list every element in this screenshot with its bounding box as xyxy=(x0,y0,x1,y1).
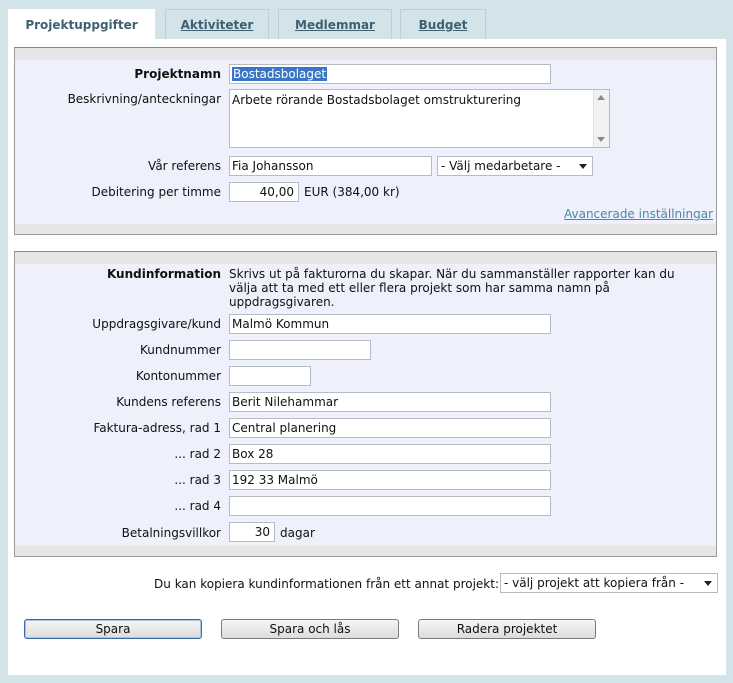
customer-number-label: Kundnummer xyxy=(139,343,221,357)
description-scrollbar[interactable] xyxy=(593,90,609,147)
payment-terms-input[interactable]: 30 xyxy=(229,522,275,542)
copy-project-select[interactable]: - välj projekt att kopiera från - xyxy=(500,573,718,593)
rate-unit: EUR (384,00 kr) xyxy=(304,185,400,199)
customer-info-line-3: uppdragsgivaren. xyxy=(229,295,335,309)
project-name-value: Bostadsbolaget xyxy=(232,67,328,81)
customer-info-label: Kundinformation xyxy=(106,267,221,281)
payment-terms-label: Betalningsvillkor xyxy=(121,526,221,540)
project-name-label: Projektnamn xyxy=(134,67,221,81)
address-line-2-input[interactable]: Box 28 xyxy=(229,444,551,464)
customer-info-text: Skrivs ut på fakturorna du skapar. När d… xyxy=(229,267,675,309)
copy-customer-label: Du kan kopiera kundinformationen från et… xyxy=(154,577,499,591)
reference-label: Vår referens xyxy=(148,159,221,173)
customer-panel: Kundinformation Skrivs ut på fakturorna … xyxy=(14,251,717,557)
account-number-input[interactable] xyxy=(229,366,311,386)
copy-project-select-value: - välj projekt att kopiera från - xyxy=(504,576,685,590)
delete-project-button[interactable]: Radera projektet xyxy=(418,619,596,639)
tab-projektuppgifter[interactable]: Projektuppgifter xyxy=(8,9,155,40)
tab-medlemmar[interactable]: Medlemmar xyxy=(278,9,392,39)
content-page: Projektnamn Bostadsbolaget Beskrivning/a… xyxy=(8,39,726,675)
reference-select[interactable]: - Välj medarbetare - xyxy=(437,156,593,176)
address-line-4-label: ... rad 4 xyxy=(174,499,221,513)
chevron-down-icon xyxy=(704,581,712,586)
address-line-4-input[interactable] xyxy=(229,496,551,516)
save-button[interactable]: Spara xyxy=(24,619,202,639)
payment-terms-unit: dagar xyxy=(280,526,315,540)
project-panel: Projektnamn Bostadsbolaget Beskrivning/a… xyxy=(14,47,717,235)
customer-number-input[interactable] xyxy=(229,340,371,360)
rate-label: Debitering per timme xyxy=(91,185,221,199)
address-line-3-input[interactable]: 192 33 Malmö xyxy=(229,470,551,490)
customer-reference-input[interactable]: Berit Nilehammar xyxy=(229,392,551,412)
address-line-1-input[interactable]: Central planering xyxy=(229,418,551,438)
address-line-1-label: Faktura-adress, rad 1 xyxy=(93,421,221,435)
description-textarea[interactable]: Arbete rörande Bostadsbolaget omstruktur… xyxy=(229,89,610,148)
advanced-settings-link[interactable]: Avancerade inställningar xyxy=(564,207,713,221)
account-number-label: Kontonummer xyxy=(135,369,221,383)
rate-input[interactable]: 40,00 xyxy=(229,182,299,202)
customer-info-line-1: Skrivs ut på fakturorna du skapar. När d… xyxy=(229,267,675,281)
save-and-lock-button[interactable]: Spara och lås xyxy=(221,619,399,639)
tab-budget[interactable]: Budget xyxy=(400,9,486,39)
scroll-up-icon[interactable] xyxy=(597,95,605,100)
chevron-down-icon xyxy=(579,164,587,169)
reference-select-value: - Välj medarbetare - xyxy=(441,159,561,173)
customer-info-line-2: välja att ta med ett eller flera projekt… xyxy=(229,281,610,295)
project-name-input[interactable]: Bostadsbolaget xyxy=(229,64,551,84)
client-label: Uppdragsgivare/kund xyxy=(92,317,221,331)
customer-reference-label: Kundens referens xyxy=(116,395,221,409)
tab-aktiviteter[interactable]: Aktiviteter xyxy=(165,9,269,39)
client-input[interactable]: Malmö Kommun xyxy=(229,314,551,334)
address-line-2-label: ... rad 2 xyxy=(174,447,221,461)
description-label: Beskrivning/anteckningar xyxy=(67,92,221,106)
address-line-3-label: ... rad 3 xyxy=(174,473,221,487)
scroll-down-icon[interactable] xyxy=(597,137,605,142)
description-value: Arbete rörande Bostadsbolaget omstruktur… xyxy=(232,93,522,107)
reference-input[interactable]: Fia Johansson xyxy=(229,156,432,176)
